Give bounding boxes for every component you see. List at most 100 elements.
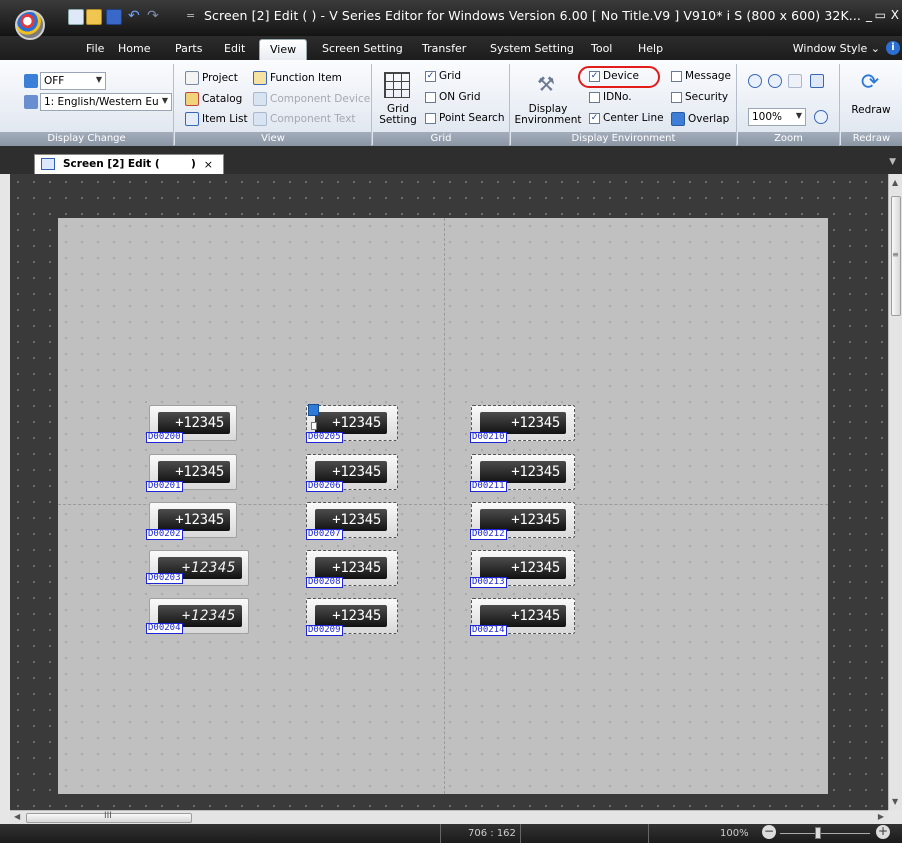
info-icon[interactable]: i xyxy=(886,41,900,55)
tab-system-setting[interactable]: System Setting xyxy=(490,42,574,55)
tab-home[interactable]: Home xyxy=(118,42,150,55)
zoom-out-icon[interactable]: − xyxy=(762,825,776,839)
component-device-button[interactable]: Component Device xyxy=(253,92,370,106)
cursor-coordinates: 706 : 162 xyxy=(468,828,516,839)
tab-transfer[interactable]: Transfer xyxy=(422,42,466,55)
redo-icon[interactable]: ↷ xyxy=(147,9,163,25)
language-select[interactable]: 1: English/Western Eu ▼ xyxy=(40,93,172,111)
point-search-label: Point Search xyxy=(439,112,505,124)
tab-view[interactable]: View xyxy=(259,39,308,60)
display-mode-select[interactable]: OFF ▼ xyxy=(40,72,106,90)
chevron-down-icon: ▼ xyxy=(161,96,168,105)
zoom-slider-handle[interactable] xyxy=(815,827,821,839)
numeric-value: +12345 xyxy=(511,608,560,624)
application-menu-button[interactable] xyxy=(15,10,45,40)
ribbon: OFF ▼ 1: English/Western Eu ▼ Display Ch… xyxy=(0,60,902,146)
zoom-fit-icon[interactable] xyxy=(810,74,824,88)
group-view: Project Function Item Catalog Component … xyxy=(175,64,372,146)
status-divider xyxy=(648,824,649,843)
chevron-down-icon: ▼ xyxy=(95,75,102,84)
overlap-icon xyxy=(671,112,685,126)
catalog-button[interactable]: Catalog xyxy=(185,92,242,106)
message-checkbox[interactable]: Message xyxy=(671,70,731,82)
group-grid: Grid Setting ✓ Grid ON Grid Point Search… xyxy=(373,64,510,146)
numeric-display-face: +12345 xyxy=(480,461,566,483)
magnifier-icon[interactable] xyxy=(814,110,828,124)
zoom-select[interactable]: 100% ▼ xyxy=(748,108,806,126)
window-style-menu[interactable]: Window Style ⌄ xyxy=(793,42,880,55)
tab-close-icon[interactable]: × xyxy=(204,158,213,171)
language-value: 1: English/Western Eu xyxy=(44,96,159,108)
scroll-right-icon[interactable]: ▶ xyxy=(878,812,884,821)
numeric-value: +12345 xyxy=(332,464,381,480)
overlap-button[interactable]: Overlap xyxy=(671,112,729,126)
group-label-display-change: Display Change xyxy=(0,132,173,146)
grid-checkbox[interactable]: ✓ Grid xyxy=(425,70,461,82)
numeric-value: +12345 xyxy=(511,560,560,576)
idno-checkbox[interactable]: IDNo. xyxy=(589,91,632,103)
zoom-value: 100% xyxy=(752,111,783,123)
center-line-checkbox[interactable]: ✓ Center Line xyxy=(589,112,664,124)
device-label-tag: D00201 xyxy=(146,481,183,492)
component-text-button[interactable]: Component Text xyxy=(253,112,356,126)
zoom-in-icon[interactable]: + xyxy=(876,825,890,839)
undo-icon[interactable]: ↶ xyxy=(128,9,144,25)
numeric-value: +12345 xyxy=(332,560,381,576)
grid-icon[interactable] xyxy=(384,72,410,98)
tab-edit[interactable]: Edit xyxy=(224,42,245,55)
tab-file[interactable]: File xyxy=(86,42,104,55)
new-file-icon[interactable] xyxy=(68,9,84,25)
wrench-icon[interactable]: ⚒ xyxy=(533,72,559,96)
save-icon[interactable] xyxy=(106,9,122,25)
quick-access-menu-icon[interactable]: = xyxy=(186,9,195,22)
zoom-100-icon[interactable] xyxy=(788,74,802,88)
numeric-display-face: +12345 xyxy=(158,461,230,483)
minimize-button[interactable]: _ xyxy=(866,8,872,22)
display-mode-value: OFF xyxy=(44,75,65,87)
message-label: Message xyxy=(685,70,732,82)
numeric-value: +12345 xyxy=(181,560,236,576)
on-grid-check-icon xyxy=(425,91,436,103)
message-check-icon xyxy=(671,70,682,82)
item-list-label: Item List xyxy=(202,113,248,125)
grid-setting-button[interactable]: Grid Setting xyxy=(375,104,421,126)
status-divider xyxy=(440,824,441,843)
scroll-up-icon[interactable]: ▲ xyxy=(892,178,898,187)
redraw-button[interactable]: Redraw xyxy=(845,105,897,116)
idno-check-icon xyxy=(589,91,600,103)
redraw-icon[interactable]: ⟳ xyxy=(857,70,883,96)
scroll-down-icon[interactable]: ▼ xyxy=(892,797,898,806)
zoom-slider-track[interactable] xyxy=(780,833,870,834)
horizontal-scrollbar[interactable]: ◀ III ▶ xyxy=(10,810,888,824)
display-environment-button[interactable]: Display Environment xyxy=(513,104,583,126)
tab-help[interactable]: Help xyxy=(638,42,663,55)
project-button[interactable]: Project xyxy=(185,71,238,85)
vertical-scrollbar[interactable]: ▲ ≡ ▼ xyxy=(888,174,902,810)
function-item-button[interactable]: Function Item xyxy=(253,71,342,85)
on-grid-checkbox[interactable]: ON Grid xyxy=(425,91,481,103)
menu-tab-bar: File Home Parts Edit View Screen Setting… xyxy=(0,36,902,60)
overlap-label: Overlap xyxy=(688,113,730,125)
title-bar: ↶ ↷ = Screen [2] Edit ( ) - V Series Edi… xyxy=(0,0,902,36)
tab-parts[interactable]: Parts xyxy=(175,42,202,55)
numeric-value: +12345 xyxy=(332,415,381,431)
tab-screen-setting[interactable]: Screen Setting xyxy=(322,42,403,55)
tab-list-chevron-icon[interactable]: ▼ xyxy=(889,157,896,167)
security-checkbox[interactable]: Security xyxy=(671,91,728,103)
open-folder-icon[interactable] xyxy=(86,9,102,25)
center-line-label: Center Line xyxy=(603,112,664,124)
chevron-down-icon: ▼ xyxy=(795,111,802,120)
point-search-checkbox[interactable]: Point Search xyxy=(425,112,504,124)
tab-screen-2-edit[interactable]: Screen [2] Edit ( ) × xyxy=(34,154,224,174)
item-list-icon xyxy=(185,112,199,126)
device-label-tag: D00207 xyxy=(306,529,343,540)
catalog-icon xyxy=(185,92,199,106)
zoom-out-icon[interactable] xyxy=(768,74,782,88)
numeric-display-face: +12345 xyxy=(480,605,566,627)
item-list-button[interactable]: Item List xyxy=(185,112,248,126)
scroll-left-icon[interactable]: ◀ xyxy=(14,812,20,821)
tab-tool[interactable]: Tool xyxy=(591,42,612,55)
zoom-in-icon[interactable] xyxy=(748,74,762,88)
close-button[interactable]: X xyxy=(891,8,899,22)
restore-button[interactable]: ▭ xyxy=(875,8,886,22)
